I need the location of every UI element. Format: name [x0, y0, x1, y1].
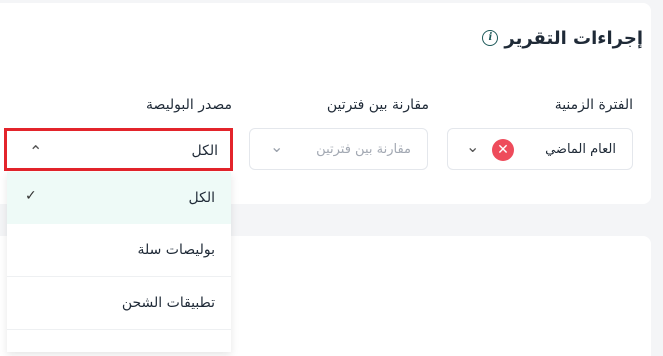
period-value: العام الماضي — [545, 142, 616, 157]
option-label: تطبيقات الشحن — [121, 295, 215, 311]
source-dropdown-menu: الكل ✓ بوليصات سلة تطبيقات الشحن — [7, 172, 231, 352]
report-actions-header: إجراءات التقرير i — [482, 26, 643, 50]
chevron-down-icon[interactable]: ⌄ — [270, 137, 283, 156]
compare-label: مقارنة بين فترتين — [326, 97, 429, 113]
chevron-down-icon[interactable]: ⌄ — [466, 137, 479, 156]
option-label: الكل — [188, 190, 216, 206]
source-select[interactable]: الكل ⌃ — [4, 128, 233, 171]
dropdown-option[interactable]: الكل ✓ — [7, 172, 231, 224]
source-label: مصدر البوليصة — [146, 97, 232, 113]
clear-icon[interactable]: ✕ — [492, 139, 514, 161]
option-label: بوليصات سلة — [137, 242, 215, 258]
period-select[interactable]: العام الماضي ✕ ⌄ — [447, 128, 633, 170]
compare-placeholder: مقارنة بين فترتين — [316, 142, 411, 157]
dropdown-option[interactable]: بوليصات سلة — [7, 224, 231, 277]
period-label: الفترة الزمنية — [554, 97, 633, 113]
check-icon: ✓ — [25, 188, 37, 204]
chevron-up-icon[interactable]: ⌃ — [29, 142, 42, 161]
source-value: الكل — [191, 143, 219, 159]
info-icon[interactable]: i — [482, 30, 499, 46]
page-title: إجراءات التقرير — [504, 27, 643, 49]
dropdown-option[interactable]: تطبيقات الشحن — [7, 277, 231, 330]
compare-select[interactable]: مقارنة بين فترتين ⌄ — [249, 128, 428, 170]
